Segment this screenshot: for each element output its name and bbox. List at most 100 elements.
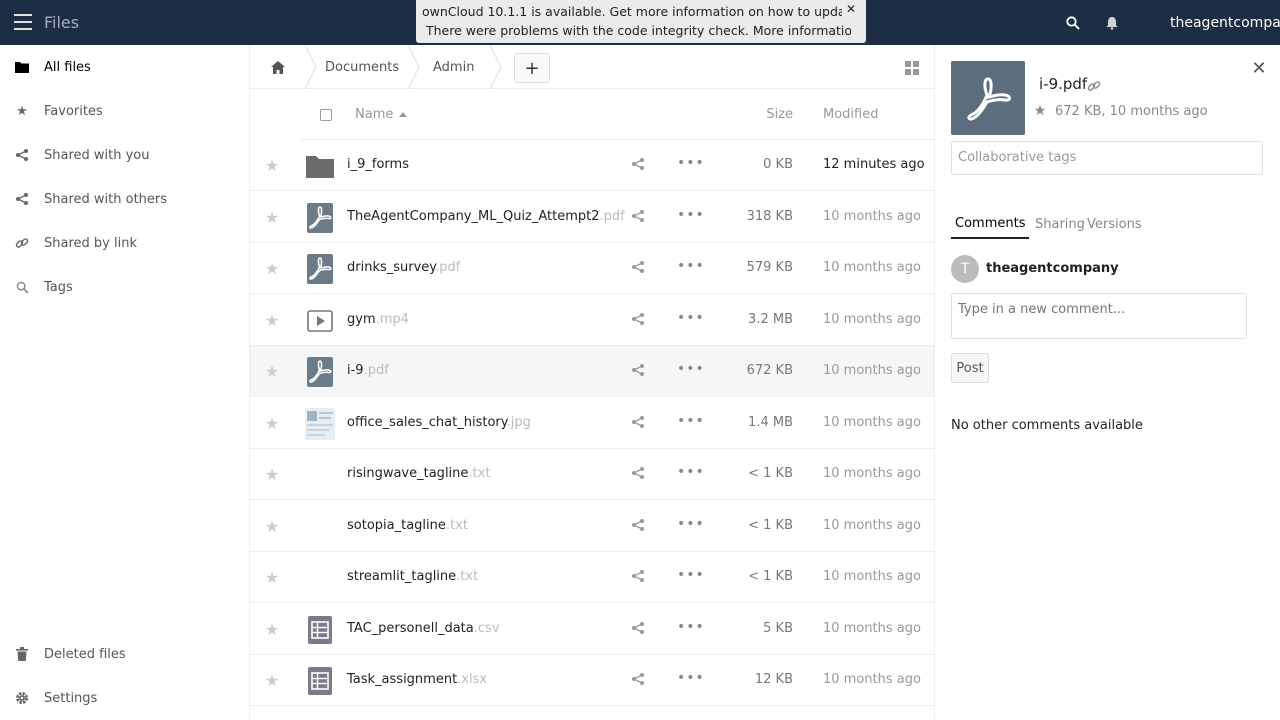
share-icon[interactable] [631, 363, 647, 379]
menu-icon[interactable] [14, 14, 32, 30]
share-icon[interactable] [631, 260, 647, 276]
notifications-button[interactable] [1096, 4, 1128, 42]
user-menu-button[interactable]: theagentcompany [1134, 0, 1280, 45]
more-actions-icon[interactable]: ••• [677, 620, 704, 637]
integrity-notice-text[interactable]: There were problems with the code integr… [426, 23, 851, 38]
file-row[interactable]: ★ office_sales_chat_history.jpg ••• 1.4 MB 1… [250, 398, 934, 449]
file-row[interactable]: ★ TheAgentCompany_ML_Quiz_Attempt2.pdf •••… [250, 192, 934, 243]
tab-versions[interactable]: Versions [1083, 209, 1146, 239]
favorite-star-icon[interactable]: ★ [263, 620, 281, 639]
file-row[interactable]: ★ risingwave_tagline.txt ••• < 1 KB 10 month… [250, 449, 934, 500]
file-type-thumbnail[interactable] [305, 253, 335, 285]
file-row[interactable]: ★ gym.mp4 ••• 3.2 MB 10 months ago [250, 295, 934, 346]
close-details-button[interactable]: ✕ [1237, 46, 1280, 90]
file-type-thumbnail[interactable] [305, 459, 335, 491]
sidebar-item-favorites[interactable]: ★ Favorites [0, 89, 250, 133]
permalink-icon[interactable] [1087, 79, 1101, 93]
share-icon[interactable] [631, 518, 647, 534]
file-type-thumbnail[interactable] [305, 150, 335, 182]
more-actions-icon[interactable]: ••• [677, 465, 704, 482]
breadcrumb-item-admin[interactable]: Admin [433, 45, 474, 89]
favorite-star-icon[interactable]: ★ [263, 157, 281, 175]
more-actions-icon[interactable]: ••• [677, 568, 704, 585]
sidebar-item-all-files[interactable]: All files [0, 45, 250, 89]
grid-view-toggle[interactable] [894, 53, 930, 83]
sidebar-item-deleted-files[interactable]: Deleted files [0, 632, 250, 676]
comment-input[interactable] [951, 293, 1247, 339]
share-icon[interactable] [631, 672, 647, 688]
file-name-link[interactable]: streamlit_tagline.txt [347, 569, 478, 584]
more-actions-icon[interactable]: ••• [677, 259, 704, 276]
favorite-star-icon[interactable]: ★ [263, 260, 281, 278]
file-name-link[interactable]: office_sales_chat_history.jpg [347, 415, 531, 430]
file-name-link[interactable]: TAC_personell_data.csv [347, 621, 500, 636]
favorite-star-icon[interactable]: ★ [263, 466, 281, 484]
more-actions-icon[interactable]: ••• [677, 414, 704, 431]
update-notice-text[interactable]: ownCloud 10.1.1 is available. Get more i… [422, 4, 842, 19]
tab-comments[interactable]: Comments [951, 209, 1030, 239]
file-row[interactable]: ★ drinks_survey.pdf ••• 579 KB 10 months ago [250, 243, 934, 294]
sidebar-item-settings[interactable]: Settings [0, 676, 250, 720]
file-name-link[interactable]: drinks_survey.pdf [347, 260, 460, 275]
share-icon[interactable] [631, 312, 647, 328]
breadcrumb-home[interactable] [250, 45, 305, 89]
more-actions-icon[interactable]: ••• [677, 208, 704, 225]
file-name-link[interactable]: risingwave_tagline.txt [347, 466, 490, 481]
share-icon[interactable] [631, 157, 647, 173]
more-actions-icon[interactable]: ••• [677, 156, 704, 173]
favorite-star-icon[interactable]: ★ [263, 414, 281, 433]
share-icon[interactable] [631, 209, 647, 225]
share-icon[interactable] [631, 621, 647, 637]
file-type-thumbnail[interactable] [305, 356, 335, 388]
favorite-star-icon[interactable]: ★ [263, 569, 281, 587]
collaborative-tags-input[interactable]: Collaborative tags [951, 141, 1263, 175]
size-column-header[interactable]: Size [766, 107, 793, 122]
sidebar-item-shared-with-you[interactable]: Shared with you [0, 133, 250, 177]
file-type-thumbnail[interactable] [305, 665, 335, 697]
select-all-checkbox[interactable] [320, 109, 332, 121]
breadcrumb-item-documents[interactable]: Documents [325, 45, 399, 89]
modified-column-header[interactable]: Modified [823, 107, 878, 122]
post-comment-button[interactable]: Post [951, 353, 989, 383]
name-column-header[interactable]: Name [355, 107, 408, 122]
favorite-star-icon[interactable]: ★ [263, 517, 281, 536]
file-name-link[interactable]: TheAgentCompany_ML_Quiz_Attempt2.pdf [347, 209, 625, 224]
sidebar-item-shared-with-others[interactable]: Shared with others [0, 177, 250, 221]
share-icon[interactable] [631, 569, 647, 585]
more-actions-icon[interactable]: ••• [677, 517, 704, 534]
more-actions-icon[interactable]: ••• [677, 671, 704, 688]
sidebar-item-tags[interactable]: Tags [0, 265, 250, 309]
file-row[interactable]: ★ sotopia_tagline.txt ••• < 1 KB 10 months a… [250, 501, 934, 552]
favorite-star-icon[interactable]: ★ [263, 208, 281, 227]
file-row[interactable]: ★ Task_assignment.xlsx ••• 12 KB 10 months a… [250, 655, 934, 706]
file-preview-thumbnail[interactable] [951, 61, 1025, 135]
file-row[interactable]: ★ streamlit_tagline.txt ••• < 1 KB 10 months… [250, 552, 934, 603]
new-file-button[interactable]: + [514, 53, 550, 83]
more-actions-icon[interactable]: ••• [677, 362, 704, 379]
search-button[interactable] [1058, 8, 1088, 38]
file-name-link[interactable]: sotopia_tagline.txt [347, 518, 468, 533]
file-type-thumbnail[interactable] [305, 562, 335, 594]
file-type-thumbnail[interactable] [305, 614, 335, 646]
more-actions-icon[interactable]: ••• [677, 311, 704, 328]
file-type-thumbnail[interactable] [305, 202, 335, 234]
file-type-thumbnail[interactable] [305, 511, 335, 543]
share-icon[interactable] [631, 466, 647, 482]
file-row[interactable]: ★ TAC_personell_data.csv ••• 5 KB 10 months … [250, 604, 934, 655]
favorite-star-icon[interactable]: ★ [263, 672, 281, 690]
file-type-thumbnail[interactable] [305, 407, 335, 440]
favorite-star-icon[interactable]: ★ [263, 311, 281, 330]
file-name-link[interactable]: Task_assignment.xlsx [347, 672, 487, 687]
tab-sharing[interactable]: Sharing [1031, 209, 1089, 239]
app-title[interactable]: Files [44, 13, 79, 32]
sidebar-item-shared-by-link[interactable]: Shared by link [0, 221, 250, 265]
close-notice-icon[interactable]: ✕ [844, 2, 858, 16]
file-name-link[interactable]: i_9_forms [347, 157, 409, 172]
file-row[interactable]: ★ i_9_forms ••• 0 KB 12 minutes ago [250, 140, 934, 191]
file-name-link[interactable]: i-9.pdf [347, 363, 389, 378]
file-name-link[interactable]: gym.mp4 [347, 312, 409, 327]
share-icon[interactable] [631, 415, 647, 431]
file-type-thumbnail[interactable] [305, 305, 335, 337]
favorite-star-icon[interactable]: ★ [1031, 103, 1049, 121]
file-row[interactable]: ★ i-9.pdf ••• 672 KB 10 months ago [250, 346, 934, 397]
